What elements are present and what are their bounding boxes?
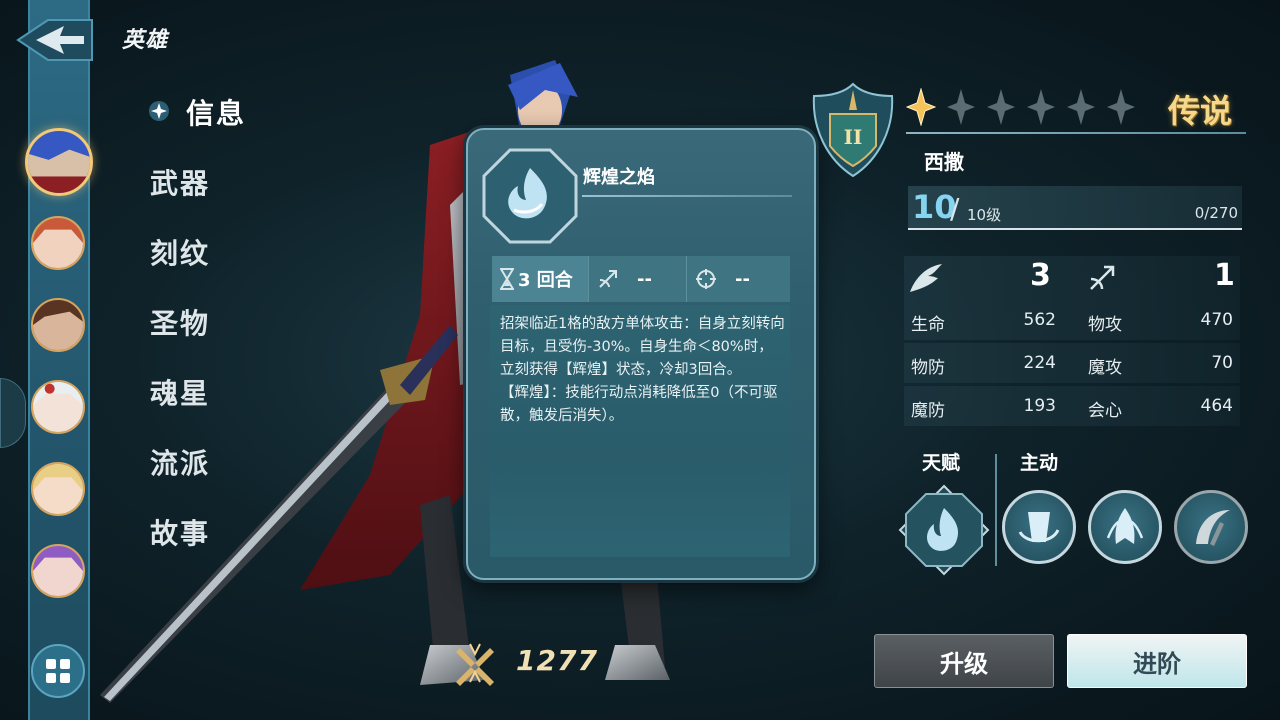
hero-roster-rail xyxy=(28,0,90,720)
skills-divider xyxy=(995,454,997,566)
nav-tab-story[interactable]: 故事 xyxy=(150,512,210,552)
stat-patk-label: 物攻 xyxy=(1088,315,1122,335)
star-empty-icon xyxy=(1067,89,1095,125)
stat-crit-value: 464 xyxy=(1200,396,1233,416)
crosshair-icon xyxy=(696,269,716,289)
hero-name: 西撒 xyxy=(924,150,964,174)
active-skill-section-label: 主动 xyxy=(1020,452,1059,474)
stat-pdef-value: 224 xyxy=(1023,353,1056,373)
advance-button[interactable]: 进阶 xyxy=(1067,634,1247,688)
white-hair-girl-avatar-icon xyxy=(33,382,83,432)
roster-portrait-selected[interactable] xyxy=(25,128,93,196)
nav-tab-soul-star[interactable]: 魂星 xyxy=(150,372,210,412)
nav-tab-school[interactable]: 流派 xyxy=(150,442,210,482)
blonde-girl-avatar-icon xyxy=(33,464,83,514)
purple-hair-girl-avatar-icon xyxy=(33,546,83,596)
header-divider xyxy=(906,132,1246,134)
nav-tab-weapon[interactable]: 武器 xyxy=(150,162,210,202)
stat-mdef-label: 魔防 xyxy=(911,401,945,421)
roster-portrait[interactable] xyxy=(31,216,85,270)
skill-name: 辉煌之焰 xyxy=(583,167,655,188)
star-empty-icon xyxy=(1107,89,1135,125)
nav-tab-info[interactable]: 信息 xyxy=(186,92,246,132)
back-arrow-icon[interactable] xyxy=(14,14,100,66)
stat-hp-label: 生命 xyxy=(911,315,945,335)
page-title: 英雄 xyxy=(122,28,169,53)
spirit-skill-icon xyxy=(1106,508,1144,544)
nav-tab-engraving[interactable]: 刻纹 xyxy=(150,232,210,272)
attack-range: 1 xyxy=(1214,258,1235,293)
skill-range-value: -- xyxy=(637,268,652,290)
grid-menu-button[interactable] xyxy=(31,644,85,698)
stat-hp-value: 562 xyxy=(1023,310,1056,330)
skill-range: -- xyxy=(588,256,686,302)
lance-strike-skill-icon xyxy=(1196,510,1230,546)
stat-crit-label: 会心 xyxy=(1088,401,1122,421)
nav-tab-relic[interactable]: 圣物 xyxy=(150,302,210,342)
star-filled-icon xyxy=(906,88,936,126)
skill-cooldown: 3 回合 xyxy=(492,256,588,302)
talent-skill-button[interactable] xyxy=(898,484,990,576)
red-hair-girl-avatar-icon xyxy=(33,218,83,268)
rank-emblem-icon: II xyxy=(812,82,894,178)
level-separator: / xyxy=(950,192,960,225)
skill-cooldown-value: 3 回合 xyxy=(518,270,573,291)
wing-move-icon xyxy=(910,264,942,292)
talent-section-label: 天赋 xyxy=(922,452,961,474)
skill-target-value: -- xyxy=(735,268,750,290)
upgrade-button[interactable]: 升级 xyxy=(874,634,1054,688)
star-empty-icon xyxy=(947,89,975,125)
active-skill-1-button[interactable] xyxy=(1002,490,1076,564)
level-max: 10级 xyxy=(967,206,1002,224)
active-skill-2-button[interactable] xyxy=(1088,490,1162,564)
skill-description: 招架临近1格的敌方单体攻击：自身立刻转向目标，且受伤-30%。自身生命＜80%时… xyxy=(500,316,785,424)
shield-spin-skill-icon xyxy=(1018,512,1060,543)
rank-numeral: II xyxy=(844,125,863,149)
stat-matk-value: 70 xyxy=(1211,353,1233,373)
skill-name-divider xyxy=(582,195,792,197)
roster-portrait[interactable] xyxy=(31,544,85,598)
rarity-label: 传说 xyxy=(1168,92,1233,130)
side-drawer-tab[interactable] xyxy=(0,378,26,448)
active-skill-3-button[interactable] xyxy=(1174,490,1248,564)
roster-portrait[interactable] xyxy=(31,298,85,352)
experience-value: 0/270 xyxy=(1194,204,1238,222)
active-nav-marker-icon xyxy=(149,101,169,121)
skill-stat-bar: 3 回合 -- -- xyxy=(492,256,790,302)
combat-power-icon xyxy=(456,643,494,686)
move-points: 3 xyxy=(1030,258,1051,293)
stat-pdef-label: 物防 xyxy=(911,358,945,378)
stat-matk-label: 魔攻 xyxy=(1088,358,1122,378)
roster-portrait[interactable] xyxy=(31,462,85,516)
flame-skill-icon xyxy=(482,148,578,244)
grid-menu-icon xyxy=(46,659,70,683)
bow-range-icon xyxy=(599,270,617,288)
star-rating xyxy=(906,88,1136,126)
star-empty-icon xyxy=(1027,89,1055,125)
skill-target: -- xyxy=(686,256,790,302)
stat-mdef-value: 193 xyxy=(1023,396,1056,416)
brown-hair-man-avatar-icon xyxy=(33,300,83,350)
hourglass-icon xyxy=(500,268,514,290)
combat-power-value: 1277 xyxy=(516,644,598,677)
stat-patk-value: 470 xyxy=(1200,310,1233,330)
roster-portrait[interactable] xyxy=(31,380,85,434)
move-range-row xyxy=(904,256,1240,300)
bow-range-icon xyxy=(1090,265,1115,290)
blue-hair-knight-avatar-icon xyxy=(28,131,90,193)
star-empty-icon xyxy=(987,89,1015,125)
